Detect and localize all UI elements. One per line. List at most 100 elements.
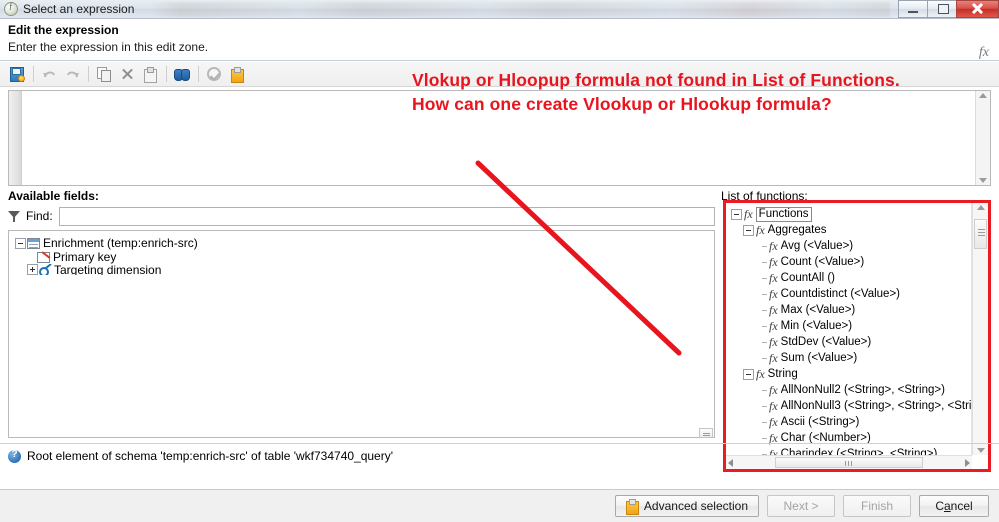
function-label: Charindex (<String>, <String>) [780, 448, 938, 455]
redo-icon [65, 68, 80, 81]
formula-icon [4, 1, 18, 16]
available-fields-tree[interactable]: Enrichment (temp:enrich-src) Primary key… [8, 230, 715, 438]
cut-button[interactable] [116, 64, 138, 85]
function-item-min[interactable]: fx Min (<Value>) [726, 318, 971, 334]
tree-item-targeting-dimension[interactable]: Targeting dimension [9, 264, 714, 275]
function-item-stddev[interactable]: fx StdDev (<Value>) [726, 334, 971, 350]
function-node-aggregates[interactable]: fx Aggregates [726, 222, 971, 238]
scroll-up-icon[interactable] [976, 205, 985, 210]
function-label: Aggregates [767, 224, 827, 236]
functions-list-highlight: fx Functions fx Aggregates fx Avg (<Valu… [723, 200, 991, 472]
collapse-toggle-icon[interactable] [731, 208, 742, 220]
fx-icon: fx [769, 254, 778, 269]
function-item-sum[interactable]: fx Sum (<Value>) [726, 350, 971, 366]
check-circle-icon [207, 67, 221, 81]
page-title: Edit the expression [8, 23, 119, 37]
editor-toolbar [0, 62, 999, 87]
tree-item-enrichment[interactable]: Enrichment (temp:enrich-src) [9, 236, 714, 250]
functions-horizontal-scrollbar[interactable] [726, 455, 972, 469]
scroll-right-icon[interactable] [965, 458, 970, 467]
expand-toggle-icon[interactable] [27, 264, 38, 275]
fx-icon: fx [756, 222, 765, 237]
cut-icon [121, 68, 134, 81]
editor-vertical-scrollbar[interactable] [975, 91, 990, 185]
finish-button[interactable]: Finish [843, 495, 911, 517]
fx-icon: fx [744, 206, 753, 221]
fx-icon: fx [769, 318, 778, 333]
fx-icon: fx [769, 382, 778, 397]
function-item-countall[interactable]: fx CountAll () [726, 270, 971, 286]
advanced-selection-label: Advanced selection [643, 499, 748, 513]
binoculars-icon [174, 68, 190, 81]
undo-icon [42, 68, 57, 81]
copy-button[interactable] [93, 64, 115, 85]
save-button[interactable] [6, 64, 28, 85]
scroll-left-icon[interactable] [728, 458, 733, 467]
function-node-functions[interactable]: fx Functions [726, 206, 971, 222]
function-label: String [767, 368, 798, 380]
function-item-count[interactable]: fx Count (<Value>) [726, 254, 971, 270]
function-item-allnonnull2[interactable]: fx AllNonNull2 (<String>, <String>) [726, 382, 971, 398]
clipboard-icon [231, 67, 244, 83]
minimize-icon[interactable] [898, 0, 927, 18]
editor-text-area[interactable] [22, 91, 975, 185]
function-item-charindex[interactable]: fx Charindex (<String>, <String>) [726, 446, 971, 455]
function-item-max[interactable]: fx Max (<Value>) [726, 302, 971, 318]
fx-icon: fx [769, 414, 778, 429]
function-label: Avg (<Value>) [780, 240, 854, 252]
fx-icon: fx [769, 334, 778, 349]
tree-item-label: Targeting dimension [54, 264, 162, 275]
scroll-down-icon[interactable] [979, 178, 987, 183]
filter-icon[interactable] [8, 210, 20, 222]
scroll-thumb[interactable] [775, 457, 923, 468]
cancel-button[interactable]: Cancel [919, 495, 989, 517]
function-label: CountAll () [780, 272, 835, 284]
collapse-toggle-icon[interactable] [15, 237, 26, 249]
function-label: Functions [755, 206, 812, 222]
window-buttons [898, 0, 999, 19]
function-item-allnonnull3[interactable]: fx AllNonNull3 (<String>, <String>, <Str… [726, 398, 971, 414]
function-node-string[interactable]: fx String [726, 366, 971, 382]
function-item-avg[interactable]: fx Avg (<Value>) [726, 238, 971, 254]
collapse-toggle-icon[interactable] [743, 224, 754, 236]
close-icon[interactable] [956, 0, 999, 18]
status-bar: Root element of schema 'temp:enrich-src'… [8, 448, 393, 464]
undo-button[interactable] [38, 64, 60, 85]
available-fields-label: Available fields: [8, 189, 99, 203]
function-item-ascii[interactable]: fx Ascii (<String>) [726, 414, 971, 430]
advanced-selection-button[interactable]: Advanced selection [614, 495, 759, 517]
fx-icon: fx [769, 398, 778, 413]
editor-gutter [9, 91, 22, 185]
clipboard-button[interactable] [226, 64, 248, 85]
find-row: Find: [8, 206, 715, 226]
tree-item-label: Enrichment (temp:enrich-src) [43, 236, 198, 250]
restore-icon[interactable] [927, 0, 956, 18]
function-label: Min (<Value>) [780, 320, 853, 332]
function-label: Countdistinct (<Value>) [780, 288, 900, 300]
next-button[interactable]: Next > [767, 495, 835, 517]
function-item-countdistinct[interactable]: fx Countdistinct (<Value>) [726, 286, 971, 302]
tree-item-primary-key[interactable]: Primary key [9, 250, 714, 264]
fx-icon: fx [978, 45, 989, 60]
dialog-header: Edit the expression Enter the expression… [0, 19, 999, 61]
status-text: Root element of schema 'temp:enrich-src'… [27, 449, 394, 463]
finish-label: Finish [860, 499, 893, 513]
collapse-toggle-icon[interactable] [743, 368, 754, 380]
scroll-up-icon[interactable] [979, 93, 987, 98]
validate-button[interactable] [203, 64, 225, 85]
find-input[interactable] [58, 206, 715, 226]
find-button[interactable] [171, 64, 193, 85]
expression-edit-zone[interactable] [8, 90, 991, 186]
paste-button[interactable] [139, 64, 161, 85]
functions-scroll-thumb[interactable] [974, 219, 987, 249]
window-title: Select an expression [23, 2, 135, 16]
clipboard-icon [625, 499, 639, 515]
tree-item-label: Primary key [53, 250, 117, 264]
page-subtitle: Enter the expression in this edit zone. [8, 40, 209, 54]
copy-icon [97, 67, 111, 82]
scroll-down-icon[interactable] [976, 448, 985, 453]
window-titlebar: Select an expression [0, 0, 999, 19]
save-icon [10, 67, 25, 82]
functions-tree[interactable]: fx Functions fx Aggregates fx Avg (<Valu… [726, 203, 972, 455]
redo-button[interactable] [61, 64, 83, 85]
